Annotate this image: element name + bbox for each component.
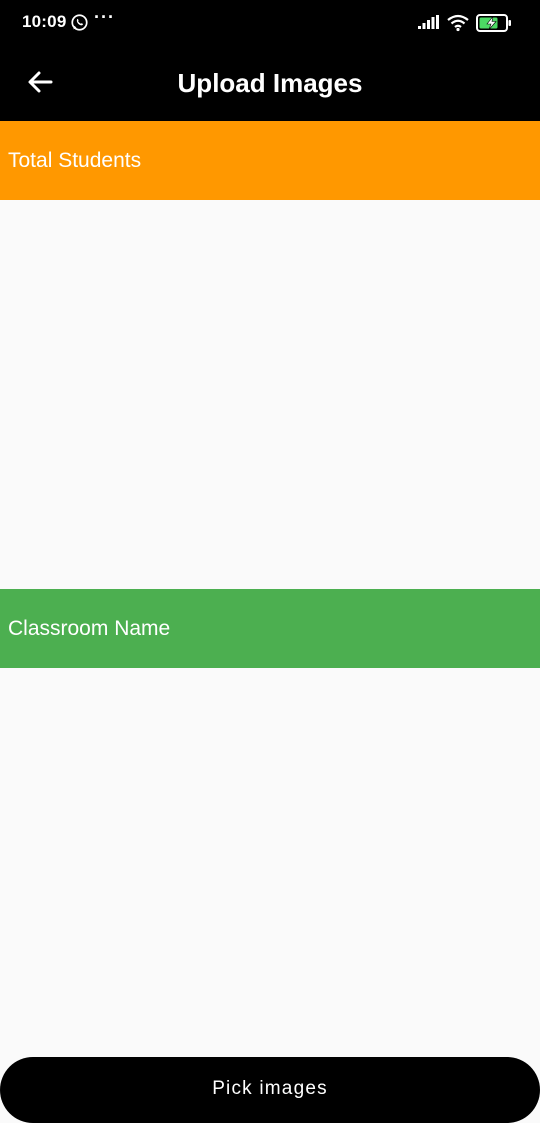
classroom-image-area — [0, 668, 540, 1057]
more-notifications-indicator: ··· — [94, 7, 115, 27]
signal-icon — [418, 15, 439, 29]
whatsapp-icon — [71, 14, 88, 31]
app-bar: Upload Images — [0, 46, 540, 121]
classroom-name-header: Classroom Name — [0, 589, 540, 668]
classroom-name-label: Classroom Name — [8, 616, 171, 640]
students-image-area — [0, 200, 540, 589]
status-time: 10:09 — [22, 12, 67, 31]
wifi-icon — [447, 14, 469, 32]
upload-images-screen: 10:09 ··· Upload Images Total Students C… — [0, 0, 540, 1123]
status-bar: 10:09 ··· — [0, 0, 540, 46]
page-title: Upload Images — [177, 68, 363, 98]
battery-charging-icon — [476, 14, 511, 32]
pick-images-label: Pick images — [212, 1078, 328, 1099]
total-students-label: Total Students — [8, 148, 142, 172]
total-students-header: Total Students — [0, 121, 540, 200]
pick-images-button[interactable]: Pick images — [0, 1057, 540, 1123]
